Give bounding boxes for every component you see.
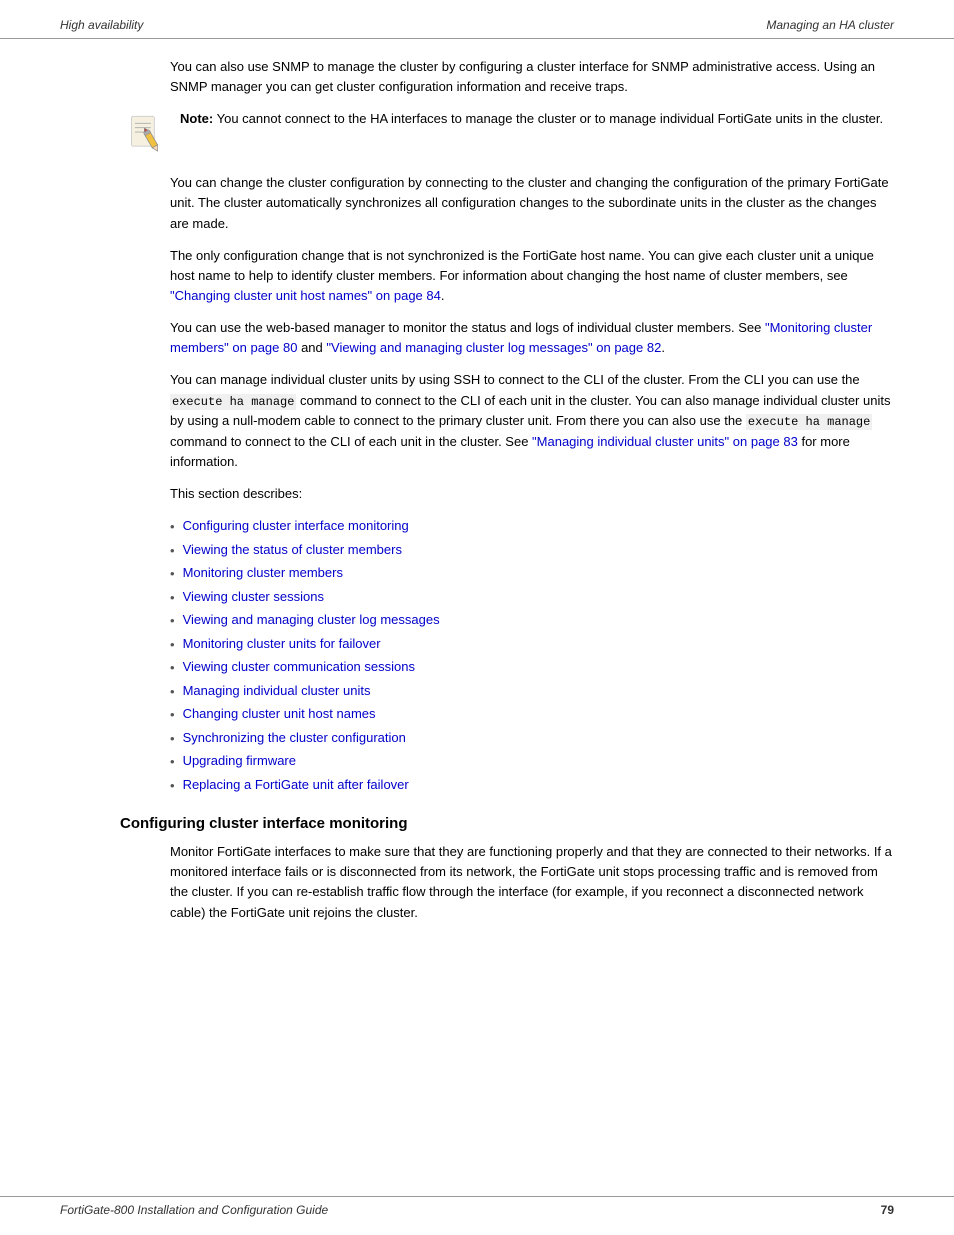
- list-item: • Synchronizing the cluster configuration: [170, 728, 894, 749]
- list-item: • Changing cluster unit host names: [170, 704, 894, 725]
- page-content: You can also use SNMP to manage the clus…: [0, 39, 954, 923]
- bullet-link[interactable]: Changing cluster unit host names: [183, 704, 376, 724]
- list-item: • Upgrading firmware: [170, 751, 894, 772]
- webmanager-paragraph: You can use the web-based manager to mon…: [170, 318, 894, 358]
- bullet-dot: •: [170, 705, 175, 725]
- hostname-link[interactable]: "Changing cluster unit host names" on pa…: [170, 288, 441, 303]
- page-header: High availability Managing an HA cluster: [0, 0, 954, 39]
- note-body: You cannot connect to the HA interfaces …: [217, 111, 884, 126]
- list-item: • Viewing and managing cluster log messag…: [170, 610, 894, 631]
- list-item: • Viewing the status of cluster members: [170, 540, 894, 561]
- bullet-link[interactable]: Viewing and managing cluster log message…: [183, 610, 440, 630]
- bullet-list: • Configuring cluster interface monitorin…: [170, 516, 894, 795]
- bullet-link[interactable]: Viewing cluster sessions: [183, 587, 324, 607]
- page-footer: FortiGate-800 Installation and Configura…: [0, 1196, 954, 1217]
- bullet-dot: •: [170, 776, 175, 796]
- ssh-code1: execute ha manage: [170, 394, 296, 410]
- section-heading: Configuring cluster interface monitoring: [120, 815, 894, 832]
- viewing-log-link[interactable]: "Viewing and managing cluster log messag…: [326, 340, 661, 355]
- note-text: Note: You cannot connect to the HA inter…: [180, 109, 883, 129]
- note-icon: [120, 111, 168, 159]
- page: High availability Managing an HA cluster…: [0, 0, 954, 1235]
- bullet-dot: •: [170, 588, 175, 608]
- bullet-link[interactable]: Upgrading firmware: [183, 751, 296, 771]
- section-paragraph: Monitor FortiGate interfaces to make sur…: [170, 842, 894, 923]
- header-right: Managing an HA cluster: [766, 18, 894, 32]
- ssh-paragraph: You can manage individual cluster units …: [170, 370, 894, 472]
- bullet-dot: •: [170, 611, 175, 631]
- page-number: 79: [881, 1203, 894, 1217]
- bullet-dot: •: [170, 541, 175, 561]
- list-item: • Viewing cluster sessions: [170, 587, 894, 608]
- list-item: • Viewing cluster communication sessions: [170, 657, 894, 678]
- managing-cluster-units-link[interactable]: "Managing individual cluster units" on p…: [532, 434, 798, 449]
- bullet-link[interactable]: Monitoring cluster members: [183, 563, 343, 583]
- section-describes: This section describes:: [170, 484, 894, 504]
- bullet-link[interactable]: Configuring cluster interface monitoring: [183, 516, 409, 536]
- change-config-paragraph: You can change the cluster configuration…: [170, 173, 894, 233]
- bullet-dot: •: [170, 682, 175, 702]
- bullet-link[interactable]: Monitoring cluster units for failover: [183, 634, 381, 654]
- bullet-link[interactable]: Managing individual cluster units: [183, 681, 371, 701]
- list-item: • Replacing a FortiGate unit after failov…: [170, 775, 894, 796]
- footer-title: FortiGate-800 Installation and Configura…: [60, 1203, 328, 1217]
- bullet-link[interactable]: Synchronizing the cluster configuration: [183, 728, 406, 748]
- bullet-dot: •: [170, 658, 175, 678]
- bullet-dot: •: [170, 564, 175, 584]
- bullet-dot: •: [170, 729, 175, 749]
- snmp-paragraph: You can also use SNMP to manage the clus…: [170, 57, 894, 97]
- list-item: • Managing individual cluster units: [170, 681, 894, 702]
- note-box: Note: You cannot connect to the HA inter…: [120, 109, 894, 159]
- list-item: • Configuring cluster interface monitorin…: [170, 516, 894, 537]
- bullet-dot: •: [170, 752, 175, 772]
- ssh-code2: execute ha manage: [746, 414, 872, 430]
- header-left: High availability: [60, 18, 143, 32]
- note-label: Note:: [180, 111, 213, 126]
- bullet-dot: •: [170, 635, 175, 655]
- bullet-link[interactable]: Viewing the status of cluster members: [183, 540, 402, 560]
- hostname-paragraph: The only configuration change that is no…: [170, 246, 894, 306]
- list-item: • Monitoring cluster units for failover: [170, 634, 894, 655]
- bullet-dot: •: [170, 517, 175, 537]
- bullet-link[interactable]: Replacing a FortiGate unit after failove…: [183, 775, 409, 795]
- list-item: • Monitoring cluster members: [170, 563, 894, 584]
- bullet-link[interactable]: Viewing cluster communication sessions: [183, 657, 415, 677]
